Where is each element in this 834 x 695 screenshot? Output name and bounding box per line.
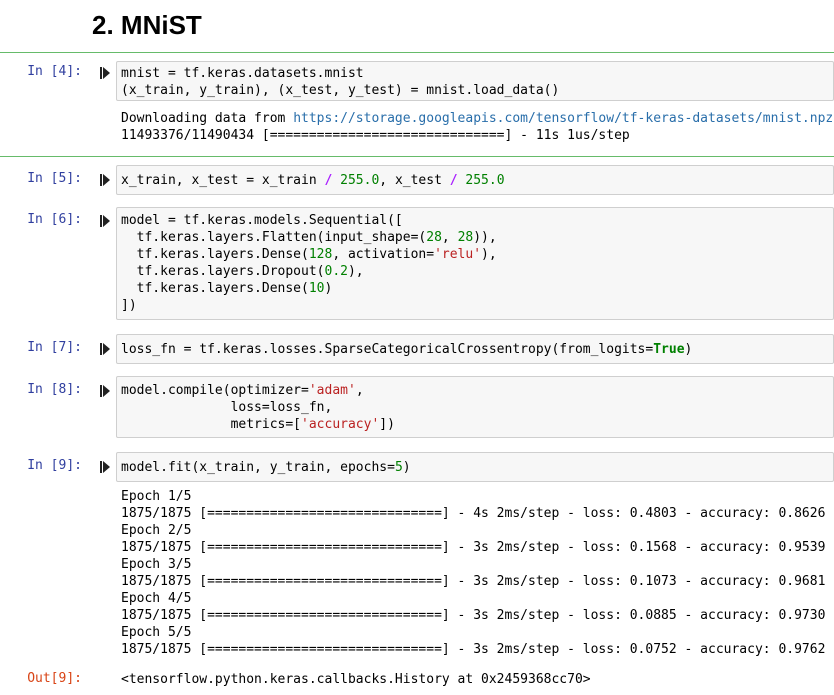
code-line: loss=loss_fn, (121, 400, 333, 415)
code-input[interactable]: x_train, x_test = x_train / 255.0, x_tes… (116, 165, 834, 195)
output-line: 11493376/11490434 [=====================… (121, 128, 630, 143)
code-line: tf.keras.layers.Dropout(0.2), (121, 264, 364, 279)
code-line: model = tf.keras.models.Sequential([ (121, 213, 403, 228)
download-link[interactable]: https://storage.googleapis.com/tensorflo… (293, 111, 833, 126)
code-line: ]) (121, 298, 137, 313)
run-cell-icon[interactable] (100, 461, 110, 473)
output-line: 1875/1875 [=============================… (121, 642, 826, 657)
input-prompt: In [5]: (27, 171, 82, 186)
input-prompt: In [4]: (27, 64, 82, 79)
code-input[interactable]: model = tf.keras.models.Sequential([ tf.… (116, 207, 834, 320)
code-cell-8[interactable]: In [8]: model.compile(optimizer='adam', … (0, 374, 834, 440)
output-line: Epoch 1/5 (121, 489, 192, 504)
code-input[interactable]: mnist = tf.keras.datasets.mnist (x_train… (116, 61, 834, 101)
output-line: 1875/1875 [=============================… (121, 540, 826, 555)
output-line: Downloading data from https://storage.go… (121, 111, 834, 126)
input-prompt: In [6]: (27, 212, 82, 227)
run-cell-icon[interactable] (100, 174, 110, 186)
input-prompt: In [9]: (27, 458, 82, 473)
code-text: (x_train, y_train), (x_test, y_test) = m… (121, 83, 560, 98)
run-cell-icon[interactable] (100, 385, 110, 397)
code-line: tf.keras.layers.Dense(128, activation='r… (121, 247, 497, 262)
code-line: (x_train, y_train), (x_test, y_test) = m… (121, 82, 559, 99)
code-line: tf.keras.layers.Dense(10) (121, 281, 333, 296)
output-result: <tensorflow.python.keras.callbacks.Histo… (121, 672, 591, 687)
code-line: tf.keras.layers.Flatten(input_shape=(28,… (121, 230, 497, 245)
output-line: 1875/1875 [=============================… (121, 574, 826, 589)
code-line: metrics=['accuracy']) (121, 417, 395, 432)
code-cell-5[interactable]: In [5]: x_train, x_test = x_train / 255.… (0, 163, 834, 197)
code-line: loss_fn = tf.keras.losses.SparseCategori… (121, 342, 693, 357)
code-cell-9[interactable]: In [9]: model.fit(x_train, y_train, epoc… (0, 451, 834, 695)
input-prompt: In [8]: (27, 382, 82, 397)
cell-divider (0, 156, 834, 157)
output-line: Epoch 2/5 (121, 523, 192, 538)
code-line: model.fit(x_train, y_train, epochs=5) (121, 460, 411, 475)
code-input[interactable]: model.compile(optimizer='adam', loss=los… (116, 376, 834, 438)
input-prompt: In [7]: (27, 340, 82, 355)
run-cell-icon[interactable] (100, 215, 110, 227)
output-line: 1875/1875 [=============================… (121, 608, 826, 623)
output-line: Epoch 3/5 (121, 557, 192, 572)
code-line: model.compile(optimizer='adam', (121, 383, 364, 398)
run-cell-icon[interactable] (100, 67, 110, 79)
run-cell-icon[interactable] (100, 343, 110, 355)
heading-divider (0, 52, 834, 53)
code-line: x_train, x_test = x_train / 255.0, x_tes… (121, 173, 505, 188)
output-prompt: Out[9]: (27, 671, 82, 686)
code-cell-6[interactable]: In [6]: model = tf.keras.models.Sequenti… (0, 205, 834, 325)
code-cell-7[interactable]: In [7]: loss_fn = tf.keras.losses.Sparse… (0, 332, 834, 366)
code-cell-4[interactable]: In [4]: mnist = tf.keras.datasets.mnist … (0, 58, 834, 156)
code-input[interactable]: loss_fn = tf.keras.losses.SparseCategori… (116, 334, 834, 364)
code-input[interactable]: model.fit(x_train, y_train, epochs=5) (116, 452, 834, 482)
output-line: 1875/1875 [=============================… (121, 506, 826, 521)
output-line: Epoch 4/5 (121, 591, 192, 606)
notebook-heading: 2. MNiST (92, 10, 202, 40)
output-line: Epoch 5/5 (121, 625, 192, 640)
code-line: mnist = tf.keras.datasets.mnist (121, 66, 364, 81)
